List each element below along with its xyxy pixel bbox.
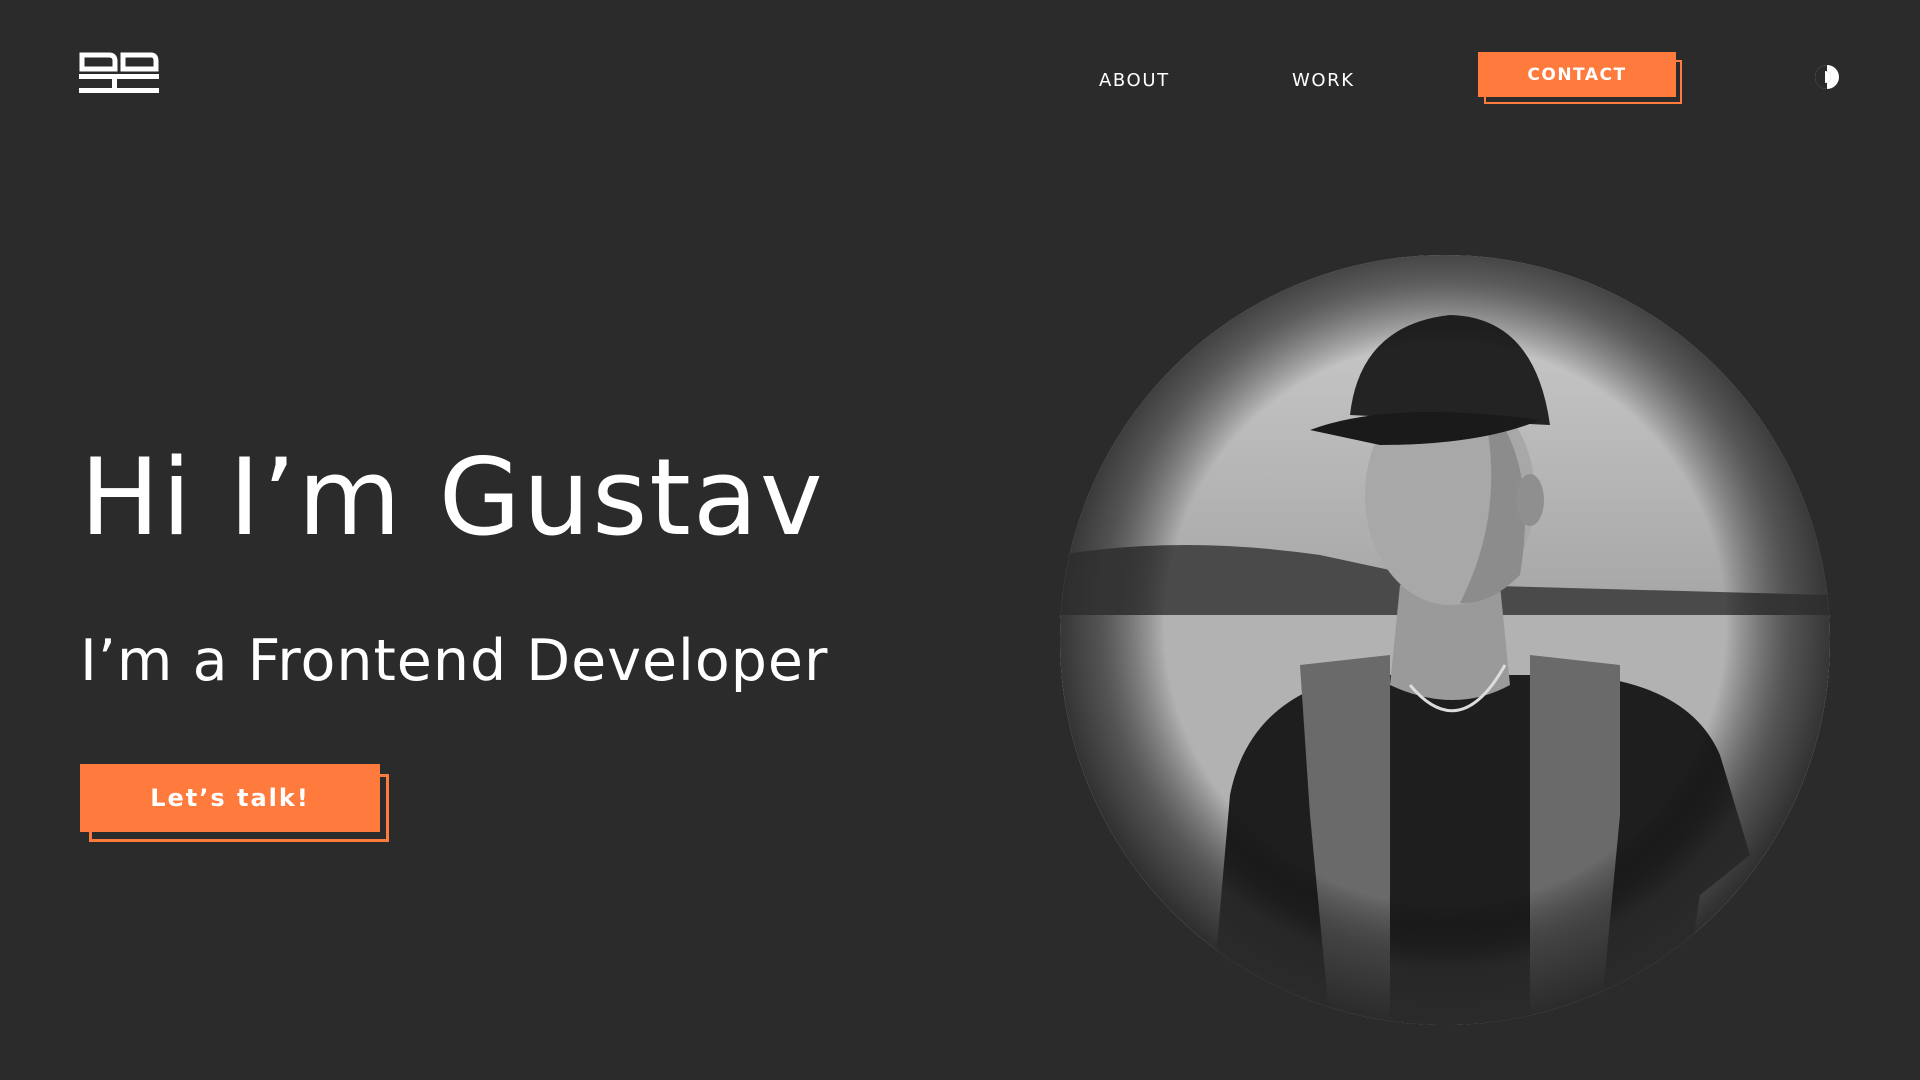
monogram-logo-icon[interactable] [79, 52, 159, 94]
theme-toggle-icon[interactable] [1812, 60, 1842, 94]
cta-button-group: Let’s talk! [80, 764, 390, 844]
hero-subtitle: I’m a Frontend Developer [80, 628, 829, 694]
hero-title: Hi I’m Gustav [80, 436, 825, 559]
nav-work[interactable]: WORK [1292, 70, 1355, 91]
portrait-photo [1060, 255, 1830, 1025]
page: ABOUT WORK CONTACT Hi I’m Gustav I’m a F… [0, 0, 1920, 1080]
contact-button-group: CONTACT [1478, 52, 1682, 104]
contact-button[interactable]: CONTACT [1478, 52, 1676, 97]
nav-about[interactable]: ABOUT [1099, 70, 1170, 91]
lets-talk-button[interactable]: Let’s talk! [80, 764, 380, 832]
half-moon-icon [1815, 65, 1839, 89]
